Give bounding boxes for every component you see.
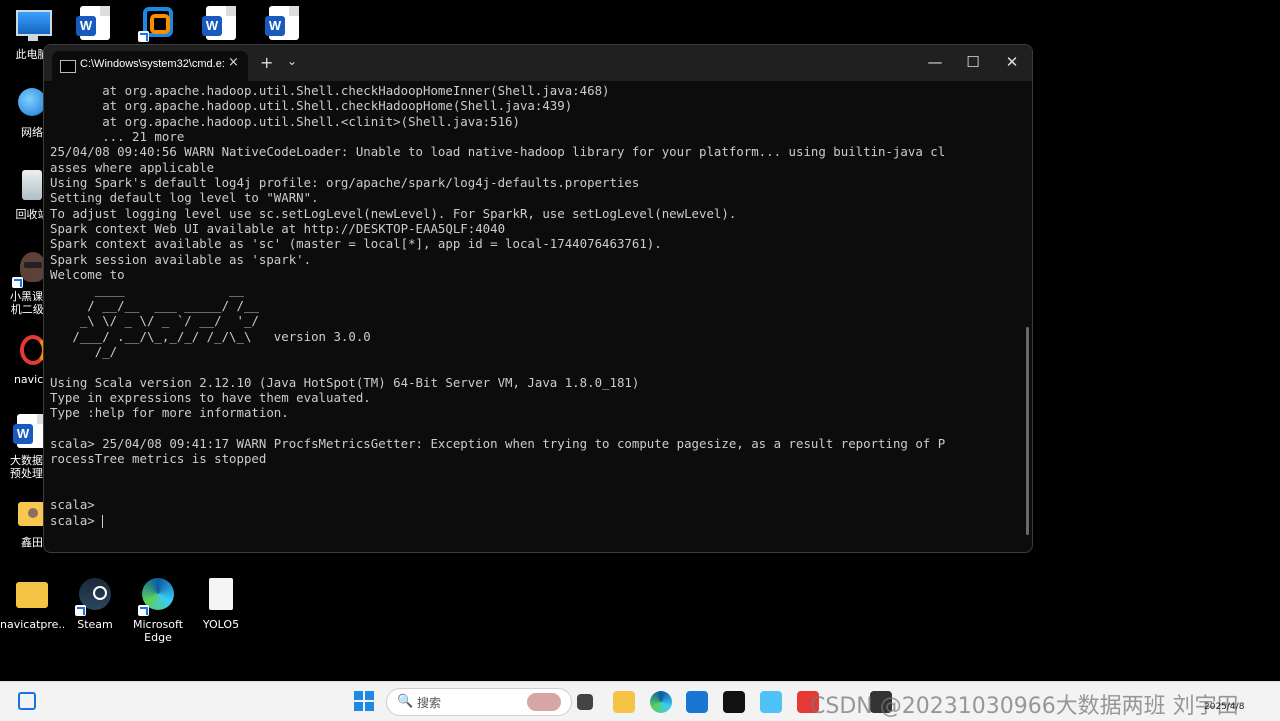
desktop-icon-word-3[interactable]: W (252, 6, 316, 46)
maximize-button[interactable]: ☐ (958, 51, 988, 73)
tiktok-icon[interactable] (723, 691, 745, 713)
desktop-icon-label: YOLO5 (202, 618, 240, 631)
snipping-icon[interactable] (760, 691, 782, 713)
minimize-button[interactable]: — (920, 51, 950, 73)
watermark-text: CSDN @202310309​66大数据两班 刘宇田 (810, 694, 1239, 719)
steam-icon (75, 578, 113, 616)
terminal-window[interactable]: C:\Windows\system32\cmd.e: × + ⌄ — ☐ ✕ a… (43, 44, 1033, 553)
desktop-icon-yolo5[interactable]: YOLO5 (189, 578, 253, 631)
desktop-icon-app[interactable] (126, 4, 190, 44)
store-icon[interactable] (686, 691, 708, 713)
app-shortcut-icon (138, 4, 176, 42)
shortcut-arrow-icon (138, 605, 149, 616)
tab-dropdown-button[interactable]: ⌄ (287, 54, 297, 68)
tab-close-button[interactable]: × (228, 55, 239, 70)
title-bar[interactable]: C:\Windows\system32\cmd.e: × + ⌄ — ☐ ✕ (44, 45, 1032, 81)
cmd-icon (60, 60, 76, 73)
terminal-output[interactable]: at org.apache.hadoop.util.Shell.checkHad… (50, 83, 1018, 549)
shortcut-arrow-icon (75, 605, 86, 616)
task-view-icon[interactable] (577, 694, 593, 710)
vertical-scrollbar[interactable] (1026, 327, 1029, 535)
word-document-icon: W (76, 6, 113, 42)
widgets-icon[interactable] (18, 692, 36, 710)
close-button[interactable]: ✕ (997, 51, 1027, 73)
search-box[interactable]: 🔍 搜索 (386, 688, 572, 716)
desktop-icon-label: Steam (77, 618, 113, 631)
search-input[interactable]: 搜索 (417, 694, 441, 711)
taskbar: 🔍 搜索 CSDN @202310309​66大数据两班 刘宇田 2025/4/… (0, 681, 1280, 721)
desktop-icon-steam[interactable]: Steam (63, 578, 127, 631)
desktop-icon-navicatpre[interactable]: navicatpre... (0, 578, 64, 631)
search-highlight-icon (527, 693, 561, 711)
clock-date: 2025/4/8 (1204, 702, 1245, 712)
new-tab-button[interactable]: + (260, 53, 273, 72)
word-document-icon: W (202, 6, 239, 42)
edge-taskbar-icon[interactable] (650, 691, 672, 713)
start-button[interactable] (354, 691, 374, 711)
text-cursor (102, 514, 104, 528)
shortcut-arrow-icon (12, 277, 23, 288)
blank-file-icon (203, 578, 239, 614)
desktop-icon-label: Microsoft Edge (132, 618, 184, 644)
search-icon: 🔍 (397, 694, 414, 709)
desktop-icon-edge[interactable]: Microsoft Edge (126, 578, 190, 644)
word-document-icon: W (265, 6, 302, 42)
tab-cmd[interactable]: C:\Windows\system32\cmd.e: × (52, 51, 248, 81)
desktop-icon-word-2[interactable]: W (189, 6, 253, 46)
shortcut-arrow-icon (138, 31, 149, 42)
desktop-icon-word-1[interactable]: W (63, 6, 127, 46)
desktop-icon-label: navicatpre... (0, 618, 64, 631)
command-prompt: scala> (50, 512, 103, 528)
tab-title: C:\Windows\system32\cmd.e: (80, 58, 225, 70)
folder-icon (14, 578, 50, 614)
file-explorer-icon[interactable] (613, 691, 635, 713)
monitor-icon (14, 8, 52, 44)
terminal-lines: at org.apache.hadoop.util.Shell.checkHad… (50, 83, 946, 513)
edge-icon (138, 578, 176, 616)
